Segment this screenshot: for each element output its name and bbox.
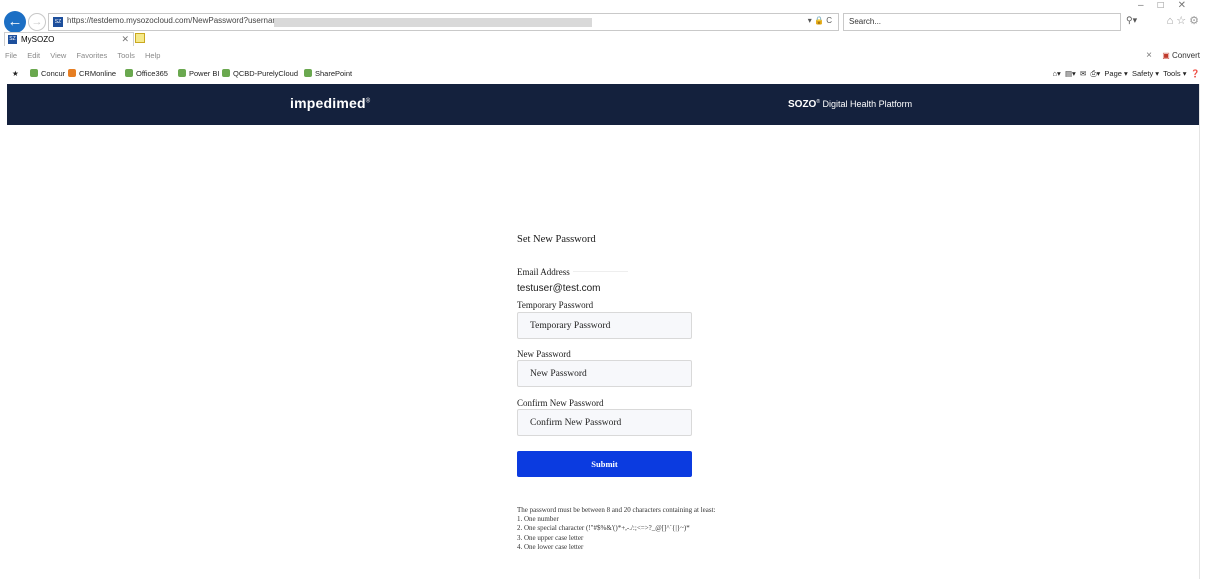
email-value: testuser@test.com bbox=[517, 283, 601, 294]
new-password-field[interactable] bbox=[517, 360, 692, 387]
redacted-url-segment bbox=[274, 18, 592, 27]
divider bbox=[573, 271, 628, 272]
home-icon[interactable]: ⌂▾ bbox=[1053, 69, 1061, 78]
ie-page-icon bbox=[30, 69, 38, 77]
menu-favorites[interactable]: Favorites bbox=[76, 51, 107, 60]
convert-button[interactable]: Convert bbox=[1172, 51, 1200, 60]
fav-sharepoint[interactable]: SharePoint bbox=[304, 69, 352, 78]
page-menu[interactable]: Page ▾ bbox=[1104, 69, 1127, 78]
address-tools-icon[interactable]: ▾ 🔒 C bbox=[808, 16, 832, 25]
address-bar[interactable]: SZ https://testdemo.mysozocloud.com/NewP… bbox=[48, 13, 839, 31]
pdf-icon: ▣ bbox=[1162, 51, 1170, 60]
window-controls[interactable]: –□✕ bbox=[1138, 0, 1200, 11]
temporary-password-input[interactable] bbox=[518, 313, 691, 338]
tools-menu[interactable]: Tools ▾ bbox=[1163, 69, 1186, 78]
fav-office365[interactable]: Office365 bbox=[125, 69, 168, 78]
feeds-icon[interactable]: ▤▾ bbox=[1065, 69, 1076, 78]
platform-title: SOZO® Digital Health Platform bbox=[788, 99, 913, 110]
browser-search-placeholder: Search... bbox=[849, 17, 882, 26]
forward-arrow-icon[interactable]: → bbox=[28, 13, 46, 31]
new-tab-icon[interactable] bbox=[135, 33, 145, 43]
ie-page-icon bbox=[125, 69, 133, 77]
fav-qcbd-purelycloud[interactable]: QCBD-PurelyCloud bbox=[222, 69, 298, 78]
close-icon[interactable]: × bbox=[1146, 50, 1152, 61]
menu-view[interactable]: View bbox=[50, 51, 66, 60]
menu-edit[interactable]: Edit bbox=[27, 51, 40, 60]
password-rules: The password must be between 8 and 20 ch… bbox=[517, 506, 715, 552]
rules-intro: The password must be between 8 and 20 ch… bbox=[517, 506, 716, 514]
email-label: Email Address bbox=[517, 267, 570, 277]
submit-button[interactable]: Submit bbox=[517, 451, 692, 477]
mail-icon[interactable]: ✉ bbox=[1080, 69, 1086, 78]
new-password-input[interactable] bbox=[518, 361, 691, 386]
fav-concur[interactable]: Concur bbox=[30, 69, 65, 78]
convert-toolbar: × ▣ Convert bbox=[1146, 50, 1200, 61]
site-header: impedimed® SOZO® Digital Health Platform bbox=[7, 84, 1200, 125]
favorites-star-icon[interactable]: ★ bbox=[12, 69, 19, 78]
confirm-password-field[interactable] bbox=[517, 409, 692, 436]
temporary-password-field[interactable] bbox=[517, 312, 692, 339]
browser-titlebar: ← → SZ https://testdemo.mysozocloud.com/… bbox=[0, 0, 1206, 33]
ie-page-icon bbox=[222, 69, 230, 77]
search-icon[interactable]: ⚲▾ bbox=[1126, 15, 1137, 26]
browser-search-input[interactable]: Search... bbox=[843, 13, 1121, 31]
temporary-password-label: Temporary Password bbox=[517, 300, 594, 310]
safety-menu[interactable]: Safety ▾ bbox=[1132, 69, 1159, 78]
confirm-password-input[interactable] bbox=[518, 410, 691, 435]
tab-favicon-icon: SZ bbox=[8, 35, 17, 44]
address-url[interactable]: https://testdemo.mysozocloud.com/NewPass… bbox=[67, 16, 279, 25]
menu-tools[interactable]: Tools bbox=[117, 51, 135, 60]
brand-logo[interactable]: impedimed® bbox=[290, 95, 370, 111]
home-star-gear-icon[interactable]: ⌂☆⚙ bbox=[1167, 14, 1202, 27]
tab-label: MySOZO bbox=[21, 35, 55, 44]
fav-crmonline[interactable]: CRMonline bbox=[68, 69, 116, 78]
close-icon[interactable]: ✕ bbox=[121, 34, 129, 45]
tab-mysozo[interactable]: SZ MySOZO ✕ bbox=[4, 32, 134, 46]
fav-powerbi[interactable]: Power BI bbox=[178, 69, 219, 78]
menu-file[interactable]: File bbox=[5, 51, 17, 60]
windows-logo-icon bbox=[68, 69, 76, 77]
rule-item: 1. One number bbox=[517, 515, 559, 524]
help-icon[interactable]: ❓ bbox=[1191, 69, 1200, 78]
rule-item: 2. One special character (!"#$%&'()*+,-.… bbox=[517, 524, 690, 533]
page-title: Set New Password bbox=[517, 234, 596, 245]
tab-row: SZ MySOZO ✕ bbox=[0, 32, 1206, 46]
ie-page-icon bbox=[178, 69, 186, 77]
command-bar: ⌂▾ ▤▾ ✉ ⎙▾ Page ▾ Safety ▾ Tools ▾ ❓ bbox=[1053, 69, 1201, 79]
print-icon[interactable]: ⎙▾ bbox=[1090, 69, 1100, 78]
back-arrow-icon[interactable]: ← bbox=[4, 11, 26, 33]
menu-help[interactable]: Help bbox=[145, 51, 160, 60]
ie-page-icon bbox=[304, 69, 312, 77]
rule-item: 3. One upper case letter bbox=[517, 533, 584, 542]
rule-item: 4. One lower case letter bbox=[517, 542, 584, 551]
new-password-label: New Password bbox=[517, 349, 571, 359]
site-favicon-icon: SZ bbox=[53, 17, 63, 27]
confirm-password-label: Confirm New Password bbox=[517, 398, 604, 408]
menu-bar: File Edit View Favorites Tools Help bbox=[0, 51, 1206, 63]
favorites-bar: ★ Concur CRMonline Office365 Power BI QC… bbox=[0, 66, 1206, 82]
scrollbar[interactable] bbox=[1199, 84, 1206, 579]
